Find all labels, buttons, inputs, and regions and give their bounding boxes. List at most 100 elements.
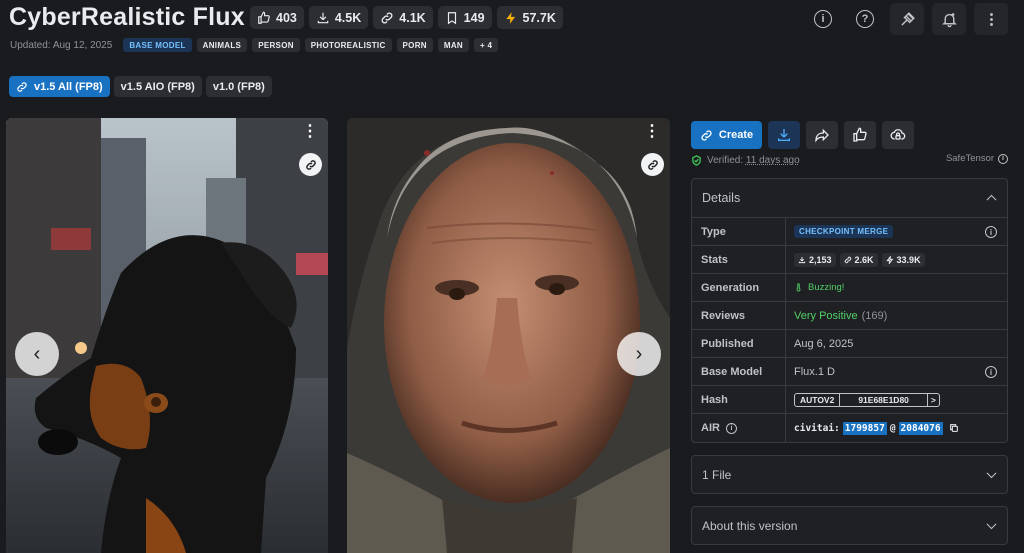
create-button[interactable]: Create xyxy=(691,121,762,149)
base-model-tag[interactable]: BASE MODEL xyxy=(123,38,192,52)
download-button[interactable] xyxy=(768,121,800,149)
hash-box[interactable]: AUTOV2 91E68E1D80 > xyxy=(794,392,940,407)
links-chip[interactable]: 4.1K xyxy=(373,6,433,29)
stat-downloads-value: 2,153 xyxy=(809,254,832,265)
version-tabs: v1.5 All (FP8) v1.5 AIO (FP8) v1.0 (FP8) xyxy=(9,76,272,97)
model-header: CyberRealistic Flux 403 4.5K 4.1K 149 57… xyxy=(0,0,1024,110)
bookmarks-count: 149 xyxy=(463,10,485,25)
link-icon xyxy=(647,159,658,170)
top-icons: i ? xyxy=(806,3,1008,35)
moderation-button[interactable] xyxy=(890,3,924,35)
create-label: Create xyxy=(718,129,754,141)
meta-row: Updated: Aug 12, 2025 BASE MODEL ANIMALS… xyxy=(10,38,499,52)
hash-next-button[interactable]: > xyxy=(928,394,939,406)
detail-key-air: AIR i xyxy=(692,414,786,442)
details-header[interactable]: Details xyxy=(692,179,1007,218)
hash-value[interactable]: 91E68E1D80 xyxy=(840,393,928,406)
detail-row-reviews: Reviews Very Positive (169) xyxy=(692,302,1007,330)
bookmarks-chip[interactable]: 149 xyxy=(437,6,492,29)
link-icon xyxy=(844,256,851,263)
image-gallery: ⋮ ⋮ ‹ › xyxy=(6,118,670,553)
verified-time[interactable]: 11 days ago xyxy=(746,155,800,166)
air-identifier[interactable]: civitai: 1799857 @ 2084076 xyxy=(794,421,959,435)
detail-key: Stats xyxy=(692,246,786,273)
image-menu-button[interactable]: ⋮ xyxy=(644,124,660,140)
image-link-button[interactable] xyxy=(641,153,664,176)
link-icon xyxy=(381,12,393,23)
copy-icon[interactable] xyxy=(949,423,959,433)
chevron-up-icon xyxy=(986,194,997,205)
info-icon[interactable]: i xyxy=(998,153,1008,164)
verified-prefix: Verified: xyxy=(707,154,744,166)
likes-chip[interactable]: 403 xyxy=(250,6,304,29)
info-icon[interactable]: i xyxy=(725,422,737,434)
about-version-accordion[interactable]: About this version xyxy=(691,506,1008,545)
air-label: AIR xyxy=(701,422,720,434)
detail-key: Base Model xyxy=(692,358,786,385)
lightning-bolt-icon xyxy=(885,255,893,264)
gallery-image-dog[interactable]: ⋮ xyxy=(6,118,328,553)
share-button[interactable] xyxy=(806,121,838,149)
share-arrow-icon xyxy=(815,128,829,143)
info-icon[interactable]: i xyxy=(985,366,997,378)
buzz-chip[interactable]: 57.7K xyxy=(496,6,563,29)
tag-photorealistic[interactable]: PHOTOREALISTIC xyxy=(304,38,392,52)
cloud-save-button[interactable] xyxy=(882,121,914,149)
image-link-button[interactable] xyxy=(299,153,322,176)
info-button[interactable]: i xyxy=(806,4,840,34)
more-tags[interactable]: + 4 xyxy=(473,38,499,52)
detail-row-type: Type CHECKPOINT MERGE i xyxy=(692,218,1007,246)
hash-type[interactable]: AUTOV2 xyxy=(795,393,841,406)
thumbs-up-icon xyxy=(258,11,270,24)
bookmark-icon xyxy=(447,11,456,24)
version-label: v1.5 AIO (FP8) xyxy=(120,80,195,93)
verified-row: Verified: 11 days ago SafeTensor i xyxy=(691,153,1008,167)
file-format-label: SafeTensor xyxy=(945,153,994,164)
detail-key: Reviews xyxy=(692,302,786,329)
generation-status: Buzzing! xyxy=(794,282,844,293)
version-tab-v15-aio[interactable]: v1.5 AIO (FP8) xyxy=(113,76,202,97)
downloads-chip[interactable]: 4.5K xyxy=(308,6,369,29)
detail-key: Type xyxy=(692,218,786,245)
stat-buzz: 33.9K xyxy=(881,252,925,267)
like-button[interactable] xyxy=(844,121,876,149)
more-menu-button[interactable] xyxy=(974,3,1008,35)
help-button[interactable]: ? xyxy=(848,4,882,34)
gallery-prev-button[interactable]: ‹ xyxy=(15,332,59,376)
gallery-image-man[interactable]: ⋮ xyxy=(347,118,670,553)
reviews-value[interactable]: Very Positive xyxy=(794,310,858,322)
image-menu-button[interactable]: ⋮ xyxy=(302,124,318,140)
type-badge: CHECKPOINT MERGE xyxy=(794,225,894,238)
stat-buzz-value: 33.9K xyxy=(896,254,921,265)
link-icon xyxy=(305,159,316,170)
tag-man[interactable]: MAN xyxy=(437,38,469,52)
version-tab-v15-all[interactable]: v1.5 All (FP8) xyxy=(9,76,110,97)
version-tab-v10[interactable]: v1.0 (FP8) xyxy=(205,76,272,97)
air-prefix: civitai: xyxy=(794,422,840,434)
info-icon[interactable]: i xyxy=(985,226,997,238)
thumbs-up-icon xyxy=(853,127,867,142)
bell-plus-icon xyxy=(941,12,957,27)
notify-button[interactable] xyxy=(932,3,966,35)
air-version-id: 2084076 xyxy=(898,421,943,435)
brush-icon xyxy=(701,129,712,141)
base-model-value: Flux.1 D xyxy=(794,365,835,378)
files-accordion[interactable]: 1 File xyxy=(691,455,1008,494)
detail-key: Published xyxy=(692,330,786,357)
cloud-lock-icon xyxy=(890,129,906,140)
air-model-id: 1799857 xyxy=(842,421,887,435)
download-icon xyxy=(778,129,790,141)
gallery-next-button[interactable]: › xyxy=(617,332,661,376)
version-label: v1.5 All (FP8) xyxy=(34,80,103,93)
tag-person[interactable]: PERSON xyxy=(252,38,300,52)
stat-links-value: 2.6K xyxy=(854,254,874,265)
question-icon: ? xyxy=(856,10,874,28)
gavel-icon xyxy=(900,11,915,26)
publish-icon xyxy=(17,81,27,92)
detail-key: Generation xyxy=(692,274,786,301)
likes-count: 403 xyxy=(276,10,297,25)
files-label: 1 File xyxy=(702,467,732,482)
tag-porn[interactable]: PORN xyxy=(396,38,433,52)
details-heading: Details xyxy=(702,191,741,205)
tag-animals[interactable]: ANIMALS xyxy=(196,38,248,52)
